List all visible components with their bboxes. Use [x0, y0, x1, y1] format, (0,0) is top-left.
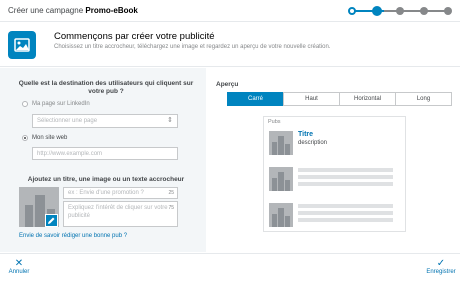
headline-input[interactable]: ex : Envie d'une promotion ? 25 — [63, 187, 178, 199]
building-shape — [272, 142, 277, 155]
save-label: Enregistrer — [426, 269, 456, 275]
edit-image-button[interactable] — [45, 214, 58, 227]
intro-title: Commençons par créer votre publicité — [54, 31, 215, 42]
placeholder-line — [298, 218, 393, 222]
headline-placeholder: ex : Envie d'une promotion ? — [68, 190, 144, 196]
building-shape — [278, 136, 284, 155]
campaign-name: Promo-eBook — [85, 6, 138, 15]
progress-stepper — [348, 6, 454, 16]
building-shape — [285, 216, 290, 227]
tab-carre[interactable]: Carré — [227, 92, 284, 106]
headline-char-count: 25 — [168, 190, 174, 196]
ad-thumbnail — [269, 203, 293, 227]
ad-title: Titre — [298, 131, 314, 138]
page-select-placeholder: Sélectionner une page — [37, 118, 98, 124]
description-char-count: 75 — [168, 205, 174, 211]
building-shape — [278, 208, 284, 227]
tab-horizontal[interactable]: Horizontal — [339, 92, 396, 106]
ad-thumbnail — [269, 167, 293, 191]
checkmark-icon: ✓ — [436, 258, 446, 269]
ad-description: description — [298, 140, 328, 146]
intro-section: Commençons par créer votre publicité Cho… — [0, 23, 460, 67]
page-title: Créer une campagne Promo-eBook — [8, 6, 138, 15]
ad-placeholder-item — [264, 201, 405, 233]
ad-preview-card: Pubs Titre description — [263, 116, 406, 232]
close-icon: ✕ — [14, 258, 24, 269]
ad-thumbnail — [269, 131, 293, 155]
cancel-label: Annuler — [8, 269, 30, 275]
step-4-dot — [420, 7, 428, 15]
radio-website[interactable] — [22, 135, 28, 141]
intro-subtitle: Choisissez un titre accrocheur, téléchar… — [54, 44, 331, 50]
creative-heading: Ajoutez un titre, une image ou un texte … — [27, 176, 185, 183]
chevron-updown-icon: ⇕ — [167, 117, 173, 124]
building-shape — [285, 180, 290, 191]
save-button[interactable]: ✓ Enregistrer — [424, 258, 458, 276]
building-shape — [272, 178, 277, 191]
preview-label: Aperçu — [216, 81, 239, 88]
tab-haut[interactable]: Haut — [283, 92, 340, 106]
building-shape — [35, 195, 45, 227]
step-2-dot — [372, 6, 382, 16]
building-shape — [25, 205, 33, 227]
ad-placeholder-item — [264, 165, 405, 197]
step-line-todo — [384, 10, 448, 12]
destination-question: Quelle est la destination des utilisateu… — [18, 80, 194, 95]
building-shape — [272, 214, 277, 227]
page-select[interactable]: Sélectionner une page ⇕ — [32, 114, 178, 128]
building-shape — [278, 172, 284, 191]
pencil-icon — [48, 217, 55, 224]
placeholder-line — [298, 175, 393, 179]
building-shape — [285, 144, 290, 155]
placeholder-line — [298, 204, 393, 208]
description-placeholder: Expliquez l'intérêt de cliquer sur votre… — [68, 205, 168, 219]
placeholder-line — [298, 211, 393, 215]
description-input[interactable]: Expliquez l'intérêt de cliquer sur votre… — [63, 201, 178, 227]
url-placeholder: http://www.example.com — [37, 151, 103, 157]
card-header: Pubs — [268, 119, 281, 125]
placeholder-line — [298, 168, 393, 172]
page-title-prefix: Créer une campagne — [8, 6, 84, 15]
radio-linkedin-page[interactable] — [22, 101, 28, 107]
page-footer: ✕ Annuler ✓ Enregistrer — [0, 253, 460, 282]
step-3-dot — [396, 7, 404, 15]
step-1-dot — [348, 7, 356, 15]
ad-tips-link[interactable]: Envie de savoir rédiger une bonne pub ? — [19, 233, 127, 239]
cancel-button[interactable]: ✕ Annuler — [6, 258, 32, 276]
radio-website-label[interactable]: Mon site web — [32, 135, 67, 141]
preview-format-tabs: Carré Haut Horizontal Long — [227, 92, 452, 106]
url-input[interactable]: http://www.example.com — [32, 147, 178, 160]
ad-preview-item: Titre description — [264, 129, 405, 161]
page-header: Créer une campagne Promo-eBook — [0, 0, 460, 22]
placeholder-line — [298, 182, 393, 186]
image-icon — [8, 31, 36, 59]
step-5-dot — [444, 7, 452, 15]
tab-long[interactable]: Long — [395, 92, 452, 106]
radio-linkedin-label[interactable]: Ma page sur LinkedIn — [32, 101, 90, 107]
